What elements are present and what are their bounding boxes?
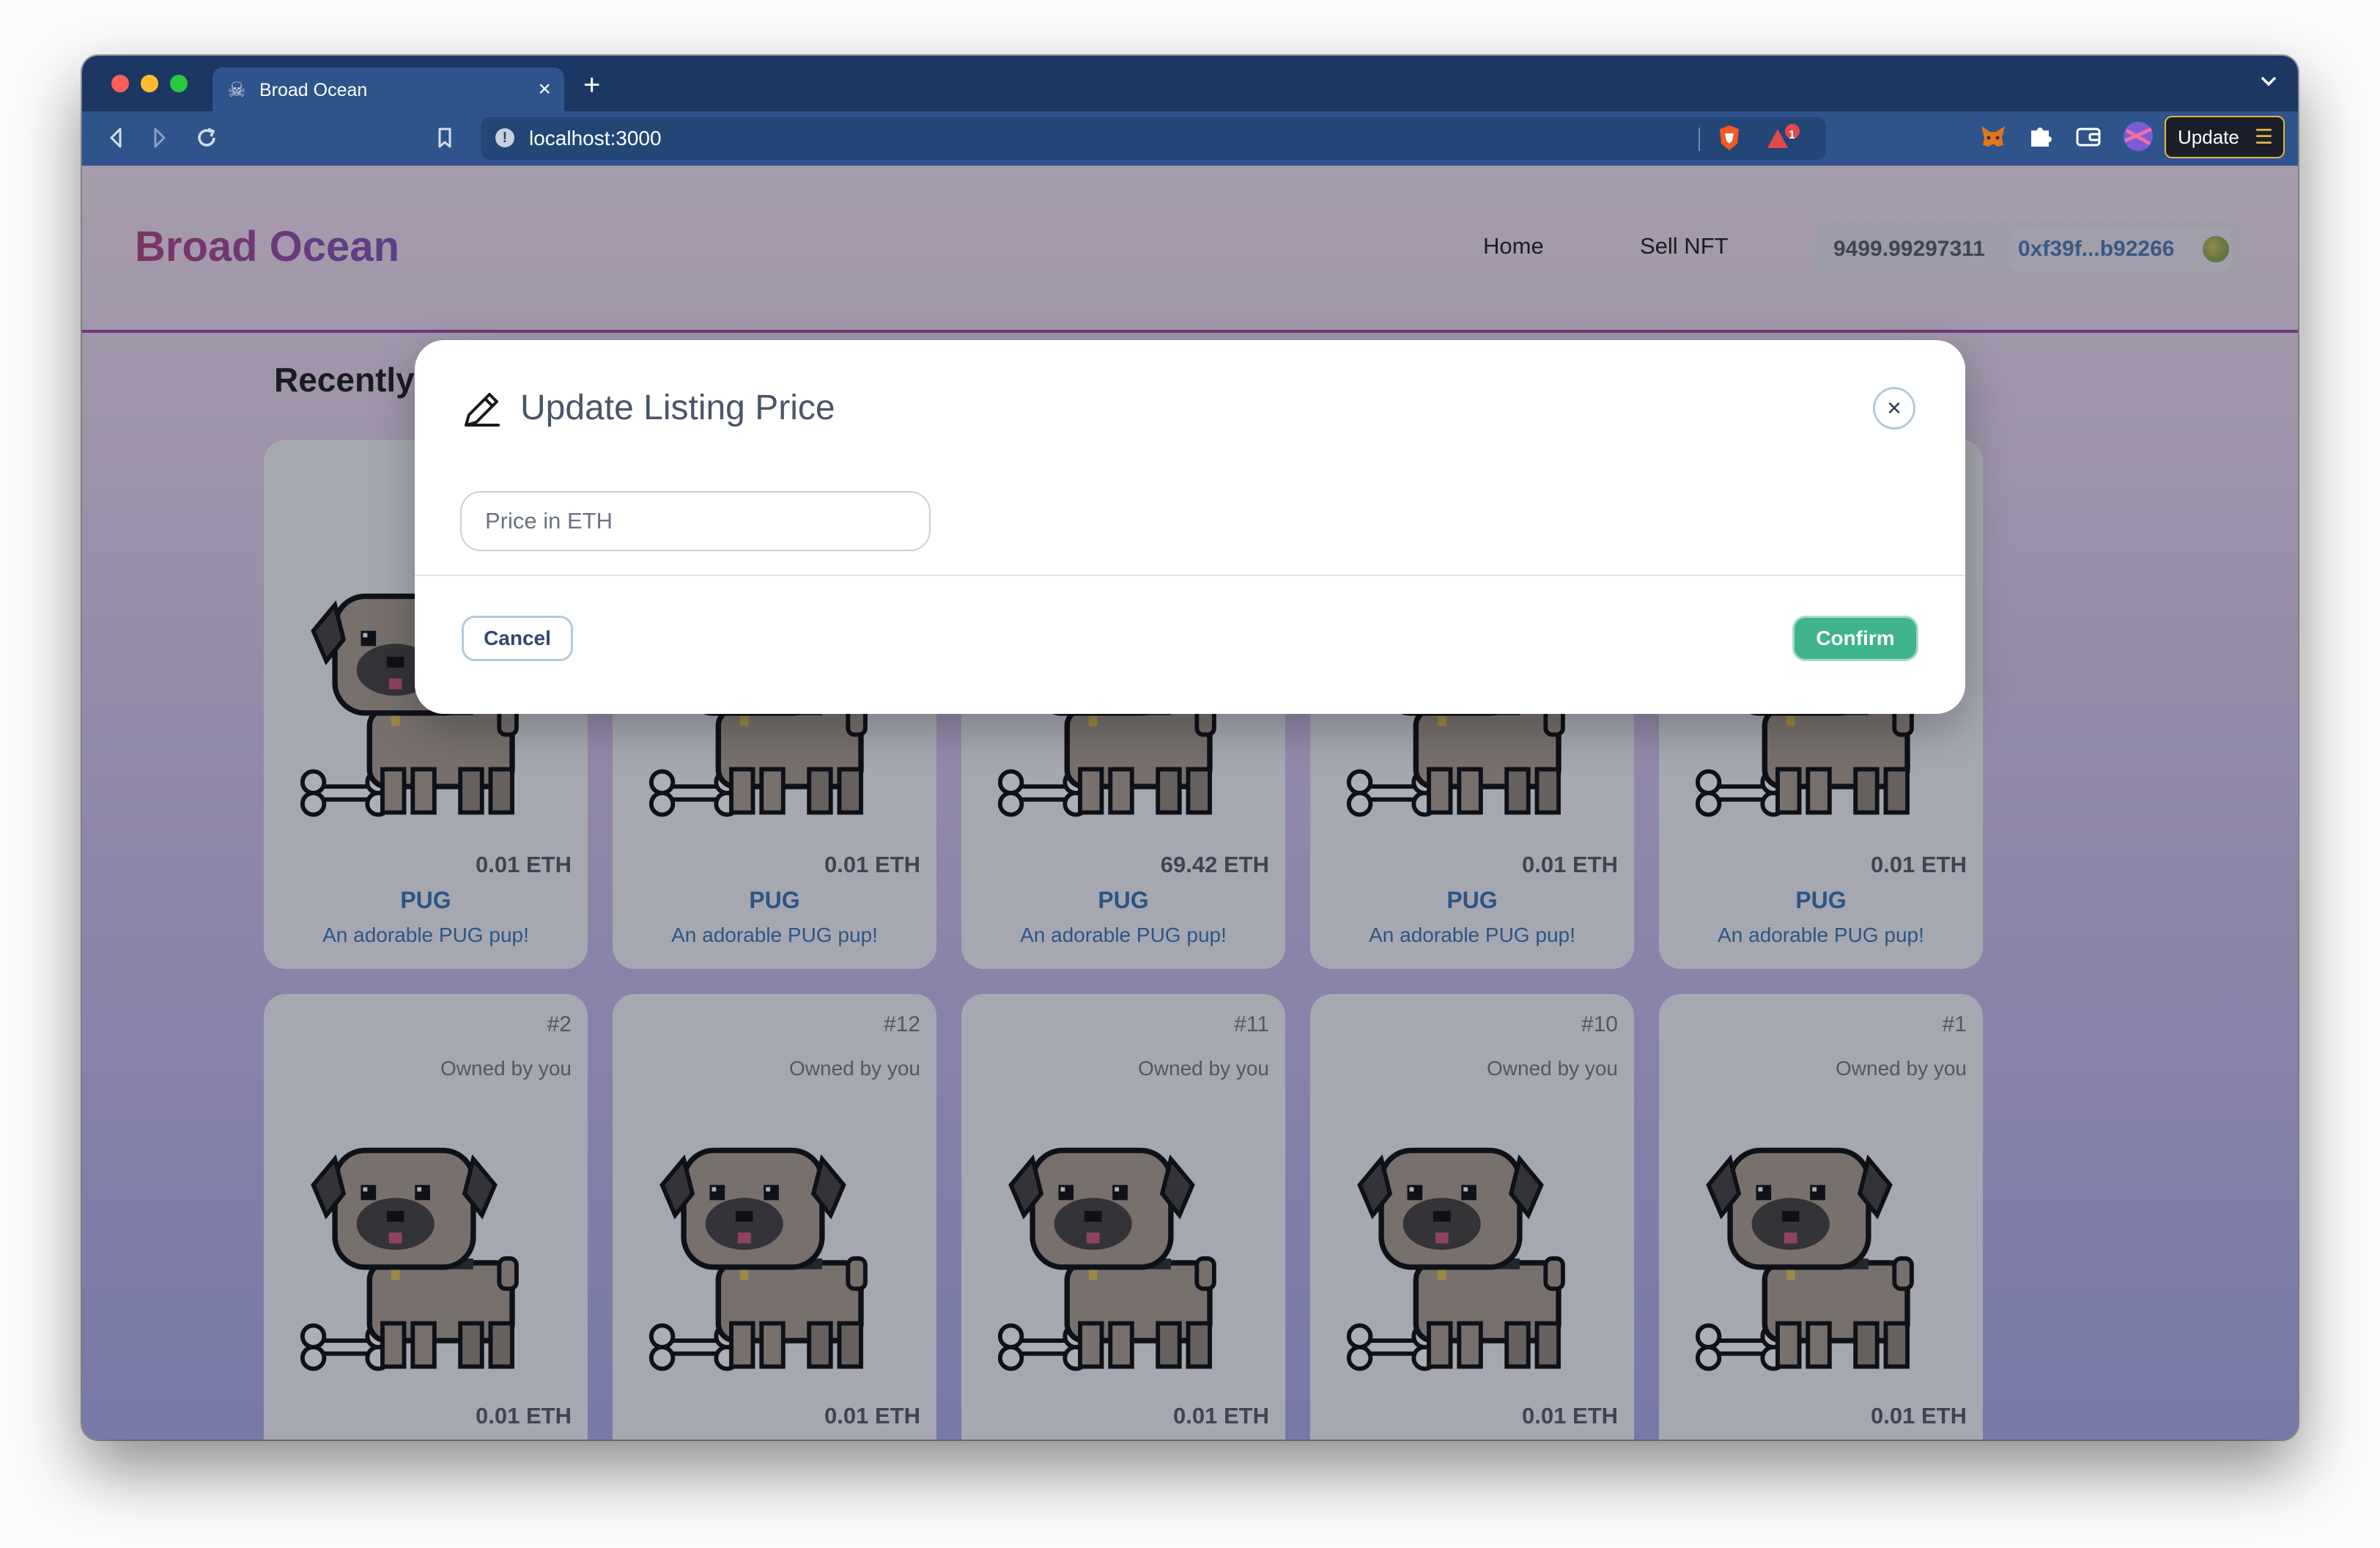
puzzle-icon[interactable] (2025, 122, 2055, 158)
triangle-icon[interactable]: 1 (1764, 123, 1801, 160)
chevron-down-icon[interactable] (2258, 70, 2279, 100)
profile-icon[interactable] (2122, 120, 2154, 160)
fox-icon[interactable] (1978, 122, 2008, 158)
tab-close-icon[interactable]: × (538, 78, 551, 101)
jolly-roger-icon: ☠ (227, 78, 246, 101)
new-tab-icon[interactable]: + (583, 70, 600, 100)
address-bar-separator (1699, 128, 1700, 151)
close-window-button[interactable] (111, 75, 129, 92)
tab-title: Broad Ocean (259, 80, 368, 100)
tab-broad-ocean[interactable]: ☠ Broad Ocean × (212, 67, 564, 111)
confirm-button[interactable]: Confirm (1792, 616, 1918, 661)
wallet-icon[interactable] (2074, 122, 2103, 158)
hamburger-menu-icon: ☰ (2254, 125, 2273, 148)
price-input[interactable] (460, 491, 931, 551)
url-text[interactable]: localhost:3000 (529, 128, 662, 150)
info-icon[interactable]: ! (495, 128, 514, 147)
modal-divider (415, 575, 1965, 576)
browser-window: ☠ Broad Ocean × + ! localhost:3000 1 Upd… (82, 56, 2298, 1440)
minimize-window-button[interactable] (141, 75, 158, 92)
rewards-badge: 1 (1789, 129, 1795, 141)
tab-bar: ☠ Broad Ocean × + (82, 56, 2298, 111)
update-button[interactable]: Update ☰ (2165, 116, 2285, 158)
reload-icon[interactable] (192, 123, 221, 159)
pencil-icon (460, 387, 504, 435)
maximize-window-button[interactable] (170, 75, 188, 92)
cancel-button[interactable]: Cancel (462, 616, 573, 661)
modal-title: Update Listing Price (520, 388, 835, 427)
update-label: Update (2178, 126, 2239, 148)
lion-shield-icon[interactable] (1716, 123, 1742, 160)
address-bar[interactable]: ! localhost:3000 1 (481, 117, 1826, 160)
bookmark-icon[interactable] (434, 123, 456, 159)
update-price-modal: Update Listing Price × Cancel Confirm (415, 340, 1965, 714)
browser-toolbar: ! localhost:3000 1 Update ☰ (82, 111, 2298, 166)
page-content: Broad Ocean Home Sell NFT 9499.99297311 … (82, 166, 2298, 1440)
back-icon[interactable] (103, 123, 129, 159)
close-icon[interactable]: × (1873, 387, 1915, 430)
forward-icon[interactable] (147, 123, 173, 159)
